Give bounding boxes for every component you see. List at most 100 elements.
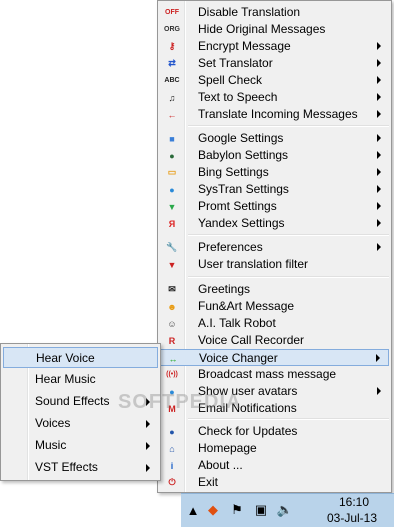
menu-item-set-translator[interactable]: ⇄ Set Translator [160,55,389,72]
menu-item-label: Broadcast mass message [198,367,337,381]
submenu-item-label: Hear Music [35,372,96,386]
chevron-up-icon[interactable]: ▲ [185,502,201,518]
menu-item-spell-check[interactable]: ABC Spell Check [160,72,389,89]
menu-item-label: Disable Translation [198,5,301,19]
submenu-arrow-icon [146,442,150,450]
envelope-icon: ✉ [168,284,176,294]
submenu-arrow-icon [377,110,381,118]
menu-item-bing-settings[interactable]: ▭ Bing Settings [160,164,389,181]
menu-item-user-translation-filter[interactable]: ▼ User translation filter [160,256,389,273]
clock-date[interactable]: 03-Jul-13 [317,511,387,525]
submenu-arrow-icon [377,151,381,159]
menu-item-exit[interactable]: ⏻ Exit [160,474,389,491]
bing-icon: ▭ [167,167,177,177]
network-icon[interactable]: ▣ [253,502,269,518]
menu-item-yandex-settings[interactable]: Я Yandex Settings [160,215,389,232]
avatar-icon: ● [169,386,175,397]
babylon-icon: ● [169,150,175,161]
submenu-arrow-icon [377,202,381,210]
menu-separator [188,276,389,278]
submenu-item-vst-effects[interactable]: VST Effects [3,457,158,478]
menu-item-label: Email Notifications [198,401,297,415]
submenu-arrow-icon [377,219,381,227]
home-icon: ⌂ [169,443,175,454]
speaker-icon[interactable]: 🔈 [277,502,293,518]
submenu-arrow-icon [146,420,150,428]
menu-item-label: Hide Original Messages [198,22,326,36]
menu-item-label: Voice Changer [199,351,278,365]
submenu-arrow-icon [377,387,381,395]
menu-item-label: Spell Check [198,73,263,87]
menu-item-promt-settings[interactable]: ▼ Promt Settings [160,198,389,215]
power-icon: ⏻ [168,477,176,487]
menu-item-show-user-avatars[interactable]: ● Show user avatars [160,383,389,400]
recorder-icon: R [168,335,176,346]
menu-item-label: Text to Speech [198,90,278,104]
broadcast-icon: ((•)) [166,371,178,378]
menu-item-check-for-updates[interactable]: ● Check for Updates [160,423,389,440]
submenu-arrow-icon [376,354,380,362]
submenu-arrow-icon [146,398,150,406]
menu-item-fun-art-message[interactable]: ☻ Fun&Art Message [160,298,389,315]
menu-item-email-notifications[interactable]: M Email Notifications [160,400,389,417]
menu-item-label: Greetings [198,282,251,296]
music-note-icon: ♫ [168,92,176,103]
wrench-icon: 🔧 [166,242,178,252]
menu-item-label: User translation filter [198,257,309,271]
menu-item-text-to-speech[interactable]: ♫ Text to Speech [160,89,389,106]
org-icon: ORG [164,26,180,33]
menu-item-systran-settings[interactable]: ● SysTran Settings [160,181,389,198]
submenu-item-label: Voices [35,416,71,430]
smiley-icon: ☻ [167,301,177,312]
submenu-arrow-icon [377,185,381,193]
menu-item-label: Check for Updates [198,424,298,438]
menu-item-google-settings[interactable]: ■ Google Settings [160,130,389,147]
menu-item-translate-incoming-messages[interactable]: ← Translate Incoming Messages [160,106,389,123]
yandex-icon: Я [168,218,176,229]
menu-item-broadcast-mass-message[interactable]: ((•)) Broadcast mass message [160,366,389,383]
menu-item-hide-original-messages[interactable]: ORG Hide Original Messages [160,21,389,38]
menu-item-voice-changer[interactable]: ↔ Voice Changer [160,349,389,366]
menu-separator [188,125,389,127]
menu-item-babylon-settings[interactable]: ● Babylon Settings [160,147,389,164]
menu-item-homepage[interactable]: ⌂ Homepage [160,440,389,457]
swap-arrows-icon: ⇄ [168,58,176,68]
menu-item-encrypt-message[interactable]: ⚷ Encrypt Message [160,38,389,55]
submenu-item-music[interactable]: Music [3,435,158,456]
submenu-item-hear-music[interactable]: Hear Music [3,369,158,390]
menu-item-label: Preferences [198,240,263,254]
menu-item-about[interactable]: i About ... [160,457,389,474]
clock-time[interactable]: 16:10 [325,495,383,509]
submenu-item-label: Sound Effects [35,394,110,408]
promt-icon: ▼ [167,201,177,212]
menu-item-voice-call-recorder[interactable]: R Voice Call Recorder [160,332,389,349]
submenu-item-voices[interactable]: Voices [3,413,158,434]
off-icon: OFF [165,9,179,16]
flag-icon[interactable]: ⚑ [229,502,245,518]
submenu-item-label: Music [35,438,67,452]
submenu-item-hear-voice[interactable]: Hear Voice [3,347,158,368]
menu-item-disable-translation[interactable]: OFF Disable Translation [160,4,389,21]
submenu-arrow-icon [377,76,381,84]
submenu-arrow-icon [377,134,381,142]
menu-item-label: Voice Call Recorder [198,333,305,347]
menu-item-label: Bing Settings [198,165,269,179]
menu-separator [188,418,389,420]
voice-changer-submenu: Hear Voice Hear Music Sound Effects Voices M… [0,343,161,481]
filter-icon: ▼ [167,259,177,270]
menu-item-greetings[interactable]: ✉ Greetings [160,281,389,298]
submenu-arrow-icon [377,243,381,251]
submenu-item-sound-effects[interactable]: Sound Effects [3,391,158,412]
menu-item-label: Set Translator [198,56,273,70]
menu-item-a-i-talk-robot[interactable]: ☺ A.I. Talk Robot [160,315,389,332]
menu-item-preferences[interactable]: 🔧 Preferences [160,239,389,256]
google-icon: ■ [169,133,175,144]
submenu-arrow-icon [377,93,381,101]
submenu-arrow-icon [377,168,381,176]
gmail-icon: M [168,403,176,414]
fish-app-icon[interactable]: ◆ [205,502,221,518]
left-arrow-icon: ← [167,109,177,120]
menu-item-label: Homepage [198,441,257,455]
menu-item-label: About ... [198,458,243,472]
menu-item-label: SysTran Settings [198,182,289,196]
